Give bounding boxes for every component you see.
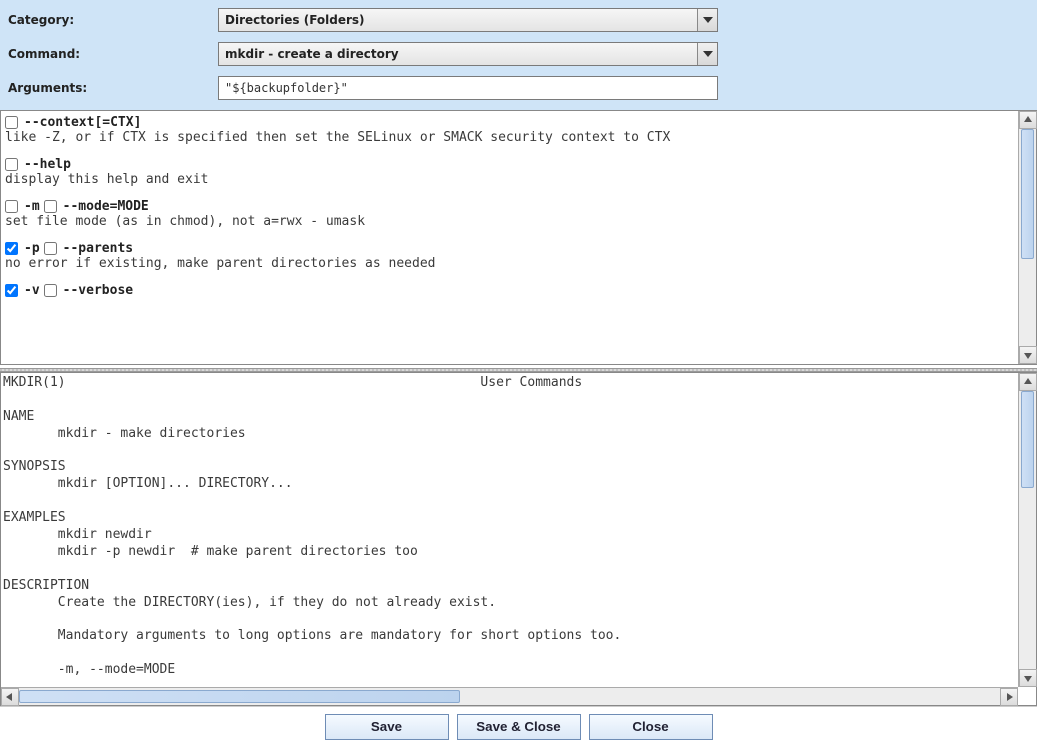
category-label: Category: <box>8 13 218 27</box>
option-checkbox[interactable] <box>44 284 57 297</box>
option-checkbox[interactable] <box>5 116 18 129</box>
option-flag2: --verbose <box>63 283 133 298</box>
chevron-down-icon[interactable] <box>697 9 717 31</box>
command-value: mkdir - create a directory <box>219 47 697 61</box>
button-bar: Save Save & Close Close <box>0 706 1037 746</box>
option-checkbox[interactable] <box>5 200 18 213</box>
close-button[interactable]: Close <box>589 714 713 740</box>
option-desc: set file mode (as in chmod), not a=rwx -… <box>5 214 1014 229</box>
option-flag: --help <box>24 157 71 172</box>
save-close-button[interactable]: Save & Close <box>457 714 581 740</box>
option-flag: -v <box>24 283 40 298</box>
option-row: --help <box>5 157 1014 172</box>
option-flag2: --parents <box>63 241 133 256</box>
option-group: --helpdisplay this help and exit <box>5 157 1014 187</box>
options-pane: --context[=CTX]like -Z, or if CTX is spe… <box>0 110 1037 365</box>
category-dropdown[interactable]: Directories (Folders) <box>218 8 718 32</box>
scroll-right-icon[interactable] <box>1000 688 1018 706</box>
manpage-hscroll[interactable] <box>1 687 1018 705</box>
option-flag2: --mode=MODE <box>63 199 149 214</box>
option-group: -p --parentsno error if existing, make pa… <box>5 241 1014 271</box>
scroll-up-icon[interactable] <box>1019 111 1037 129</box>
option-checkbox[interactable] <box>5 242 18 255</box>
option-flag: -m <box>24 199 40 214</box>
scroll-down-icon[interactable] <box>1019 669 1037 687</box>
option-row: -v --verbose <box>5 283 1014 298</box>
scroll-left-icon[interactable] <box>1 688 19 706</box>
save-button[interactable]: Save <box>325 714 449 740</box>
option-checkbox[interactable] <box>5 284 18 297</box>
manpage-vscroll[interactable] <box>1018 373 1036 687</box>
manpage-text: MKDIR(1) User Commands NAME mkdir - make… <box>3 375 1016 679</box>
arguments-input[interactable] <box>218 76 718 100</box>
category-value: Directories (Folders) <box>219 13 697 27</box>
option-desc: like -Z, or if CTX is specified then set… <box>5 130 1014 145</box>
option-group: -m --mode=MODEset file mode (as in chmod)… <box>5 199 1014 229</box>
option-checkbox[interactable] <box>5 158 18 171</box>
command-dropdown[interactable]: mkdir - create a directory <box>218 42 718 66</box>
option-checkbox[interactable] <box>44 242 57 255</box>
chevron-down-icon[interactable] <box>697 43 717 65</box>
scroll-up-icon[interactable] <box>1019 373 1037 391</box>
option-desc: no error if existing, make parent direct… <box>5 256 1014 271</box>
command-label: Command: <box>8 47 218 61</box>
option-row: -p --parents <box>5 241 1014 256</box>
option-flag: --context[=CTX] <box>24 115 141 130</box>
option-desc: display this help and exit <box>5 172 1014 187</box>
form-panel: Category: Directories (Folders) Command:… <box>0 0 1037 110</box>
option-checkbox[interactable] <box>44 200 57 213</box>
scroll-down-icon[interactable] <box>1019 346 1037 364</box>
option-row: --context[=CTX] <box>5 115 1014 130</box>
options-vscroll[interactable] <box>1018 111 1036 364</box>
manpage-pane: MKDIR(1) User Commands NAME mkdir - make… <box>0 372 1037 706</box>
option-group: --context[=CTX]like -Z, or if CTX is spe… <box>5 115 1014 145</box>
option-row: -m --mode=MODE <box>5 199 1014 214</box>
option-group: -v --verbose <box>5 283 1014 298</box>
option-flag: -p <box>24 241 40 256</box>
arguments-label: Arguments: <box>8 81 218 95</box>
